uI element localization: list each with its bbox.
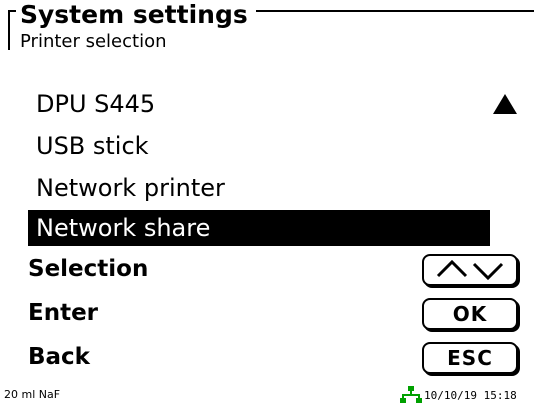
option-network-share[interactable]: Network share [28, 210, 490, 246]
network-icon [400, 386, 422, 403]
frame-left-border [8, 10, 10, 50]
back-label: Back [28, 344, 90, 370]
up-down-arrows-icon [436, 259, 504, 281]
ok-button[interactable]: OK [422, 298, 518, 330]
option-network-printer[interactable]: Network printer [28, 170, 490, 206]
scroll-up-icon[interactable] [492, 92, 518, 116]
esc-button[interactable]: ESC [422, 342, 518, 374]
selection-label: Selection [28, 256, 149, 282]
page-subtitle: Printer selection [20, 31, 167, 52]
status-datetime: 10/10/19 15:18 [424, 389, 517, 402]
selection-button[interactable] [422, 254, 518, 286]
status-sample-info: 20 ml NaF [4, 388, 61, 401]
page-title: System settings [16, 0, 256, 30]
status-right: 10/10/19 15:18 [400, 386, 534, 404]
option-usb-stick[interactable]: USB stick [28, 128, 490, 164]
option-dpu-s445[interactable]: DPU S445 [28, 86, 490, 122]
enter-label: Enter [28, 300, 99, 326]
